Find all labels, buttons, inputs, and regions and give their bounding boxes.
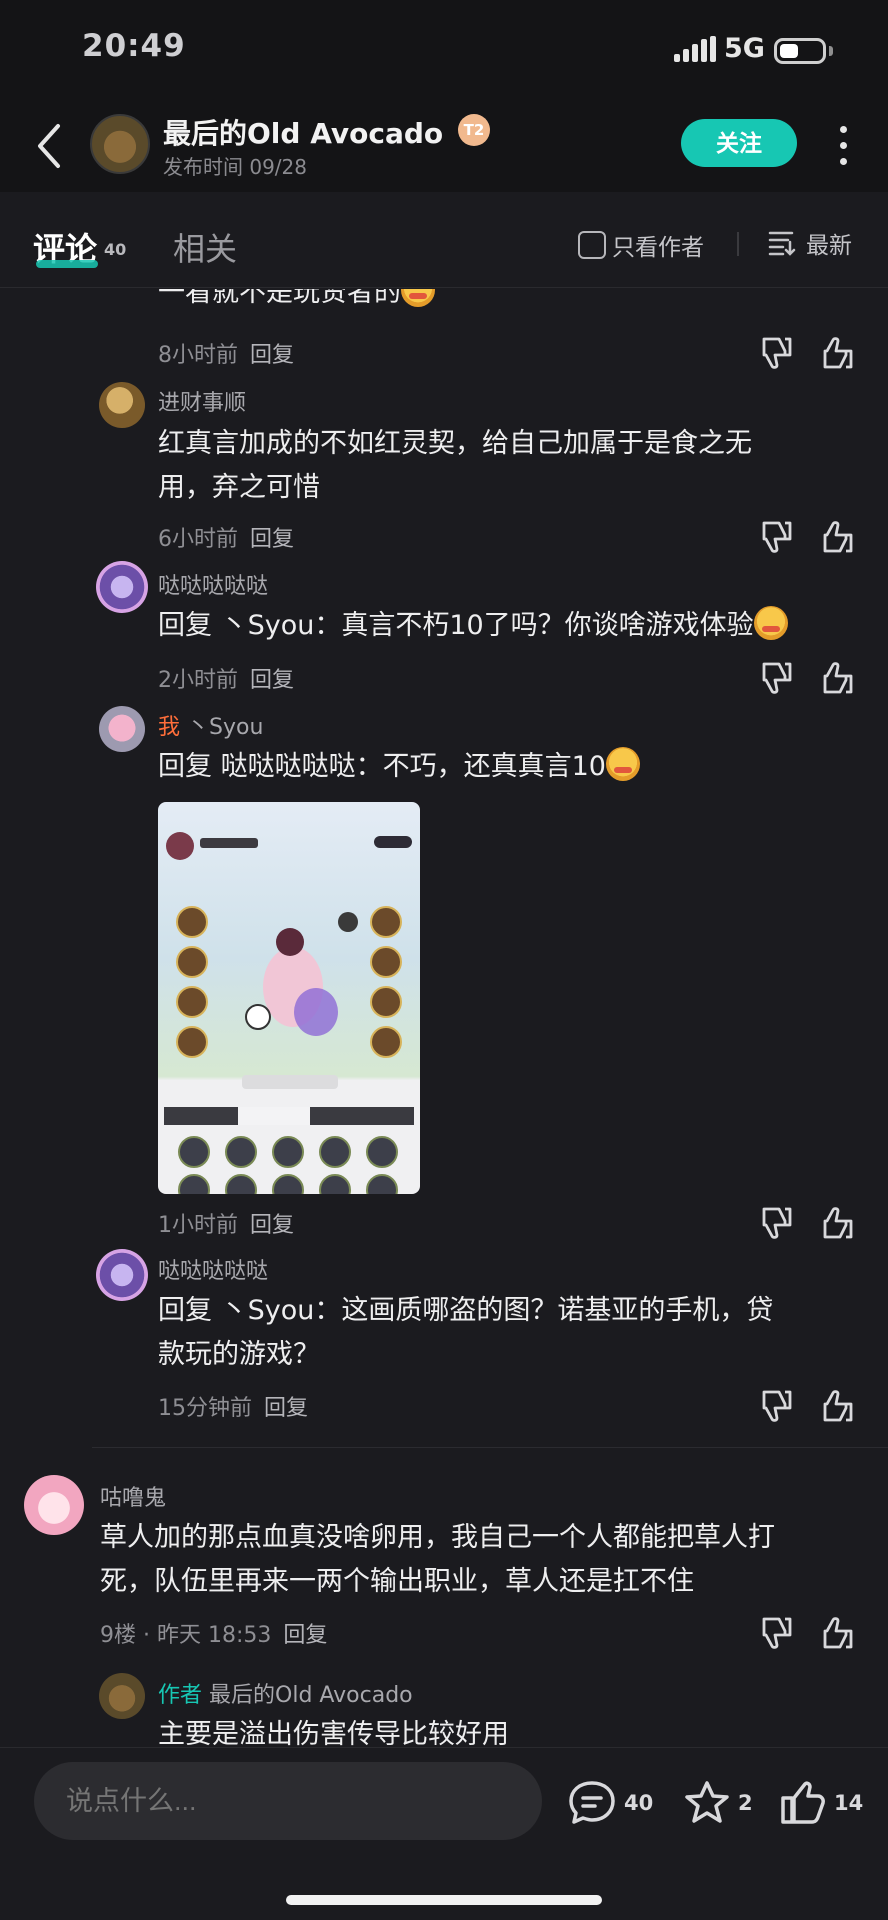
avatar[interactable] (96, 561, 148, 613)
like-icon[interactable] (816, 1203, 856, 1243)
grinning-emoji-icon (753, 606, 788, 640)
level-badge: T2 (458, 114, 490, 146)
dislike-icon[interactable] (755, 1386, 795, 1426)
comment-text: 款玩的游戏？ (158, 1339, 320, 1370)
divider (92, 1447, 888, 1448)
comment-count: 40 (624, 1791, 654, 1815)
comment-username[interactable]: 进财事顺 (158, 385, 246, 417)
dislike-icon[interactable] (755, 1203, 795, 1243)
battery-icon (774, 38, 826, 64)
tab-active-indicator (36, 260, 98, 268)
back-button[interactable] (30, 120, 74, 172)
status-bar: 20:49 5G (0, 0, 888, 100)
chevron-left-icon (38, 124, 60, 168)
reply-button[interactable]: 回复 (264, 1396, 308, 1421)
signal-icon (674, 36, 716, 62)
avatar[interactable] (24, 1475, 84, 1535)
comment-text: 用，弃之可惜 (158, 472, 320, 503)
comment-text: 主要是溢出伤害传导比较好用 (158, 1719, 509, 1747)
sort-lines-icon (768, 231, 796, 256)
follow-button[interactable]: 关注 (681, 119, 797, 167)
battery-tip (829, 46, 833, 56)
star-icon (685, 1781, 729, 1823)
checkbox-icon[interactable] (578, 231, 606, 259)
tab-related[interactable]: 相关 (173, 224, 237, 270)
author-avatar[interactable] (90, 114, 150, 174)
dislike-icon[interactable] (755, 517, 795, 557)
me-tag: 我 (158, 715, 181, 740)
like-count: 14 (834, 1791, 864, 1815)
comment-tabs: 评论 40 相关 只看作者 最新 (0, 192, 888, 288)
like-icon[interactable] (816, 333, 856, 373)
comment-meta: 6小时前 回复 (158, 527, 295, 552)
comment-meta: 8小时前 回复 (158, 343, 295, 368)
comment-username[interactable]: 哒哒哒哒哒 (158, 568, 268, 600)
status-time: 20:49 (82, 28, 186, 64)
tab-comments-count: 40 (104, 240, 127, 259)
comment-text: 回复 丶Syou：这画质哪盗的图？诺基亚的手机，贷 (158, 1295, 774, 1326)
comment-username[interactable]: 咕噜鬼 (100, 1480, 166, 1512)
comment-meta: 1小时前 回复 (158, 1213, 295, 1238)
comment-username[interactable]: 作者 最后的Old Avocado (158, 1677, 413, 1709)
sort-label: 最新 (806, 233, 852, 259)
divider (737, 232, 739, 256)
home-indicator (286, 1895, 602, 1905)
avatar[interactable] (96, 1249, 148, 1301)
comment-meta: 2小时前 回复 (158, 668, 295, 693)
comment-username[interactable]: 哒哒哒哒哒 (158, 1253, 268, 1285)
dislike-icon[interactable] (755, 333, 795, 373)
dislike-icon[interactable] (755, 1613, 795, 1653)
reply-button[interactable]: 回复 (250, 1213, 294, 1238)
like-button[interactable]: 14 (778, 1778, 863, 1828)
dislike-icon[interactable] (755, 658, 795, 698)
comment-text: 回复 哒哒哒哒哒：不巧，还真真言10 (158, 745, 640, 789)
reply-button[interactable]: 回复 (283, 1623, 327, 1648)
comment-text: 红真言加成的不如红灵契，给自己加属于是食之无 (158, 428, 752, 459)
comment-input[interactable] (34, 1762, 542, 1840)
network-label: 5G (724, 33, 765, 64)
comment-image[interactable] (158, 802, 420, 1194)
avatar[interactable] (99, 382, 145, 428)
avatar[interactable] (99, 1673, 145, 1719)
comment-meta: 9楼 · 昨天 18:53 回复 (100, 1623, 328, 1648)
reply-button[interactable]: 回复 (250, 343, 294, 368)
comment-username[interactable]: 我 丶Syou (158, 709, 263, 741)
comment-bubble-icon (569, 1781, 615, 1824)
thumbs-up-icon (781, 1781, 825, 1824)
like-icon[interactable] (816, 1386, 856, 1426)
reply-button[interactable]: 回复 (250, 668, 294, 693)
avatar[interactable] (99, 706, 145, 752)
author-tag: 作者 (158, 1683, 203, 1708)
grinning-emoji-icon (401, 289, 435, 307)
comments-list: 一看就不是玩贤者的 8小时前 回复 进财事顺 红真言加成的不如红灵契，给自己加属于… (0, 289, 888, 1747)
comment-text: 一看就不是玩贤者的 (158, 289, 435, 315)
game-screenshot-image (164, 832, 414, 1194)
reply-button[interactable]: 回复 (250, 527, 294, 552)
like-icon[interactable] (816, 517, 856, 557)
comment-text: 草人加的那点血真没啥卵用，我自己一个人都能把草人打 (100, 1522, 775, 1553)
like-icon[interactable] (816, 1613, 856, 1653)
author-name[interactable]: 最后的Old Avocado (163, 112, 443, 152)
grinning-emoji-icon (605, 747, 640, 781)
post-header: 最后的Old Avocado T2 发布时间 09/28 关注 (0, 100, 888, 192)
sort-button[interactable]: 最新 (768, 226, 852, 260)
favorite-button[interactable]: 2 (682, 1778, 753, 1828)
comment-text: 回复 丶Syou：真言不朽10了吗？你谈啥游戏体验 (158, 604, 788, 648)
post-time: 发布时间 09/28 (163, 155, 307, 179)
comment-text: 死，队伍里再来一两个输出职业，草人还是扛不住 (100, 1566, 694, 1597)
comment-count-button[interactable]: 40 (566, 1778, 653, 1828)
like-icon[interactable] (816, 658, 856, 698)
comment-meta: 15分钟前 回复 (158, 1396, 309, 1421)
star-count: 2 (738, 1791, 753, 1815)
more-options-button[interactable] (834, 120, 854, 172)
only-author-label: 只看作者 (612, 235, 704, 261)
bottom-bar: 40 2 14 (0, 1747, 888, 1920)
only-author-toggle[interactable]: 只看作者 (578, 228, 704, 262)
